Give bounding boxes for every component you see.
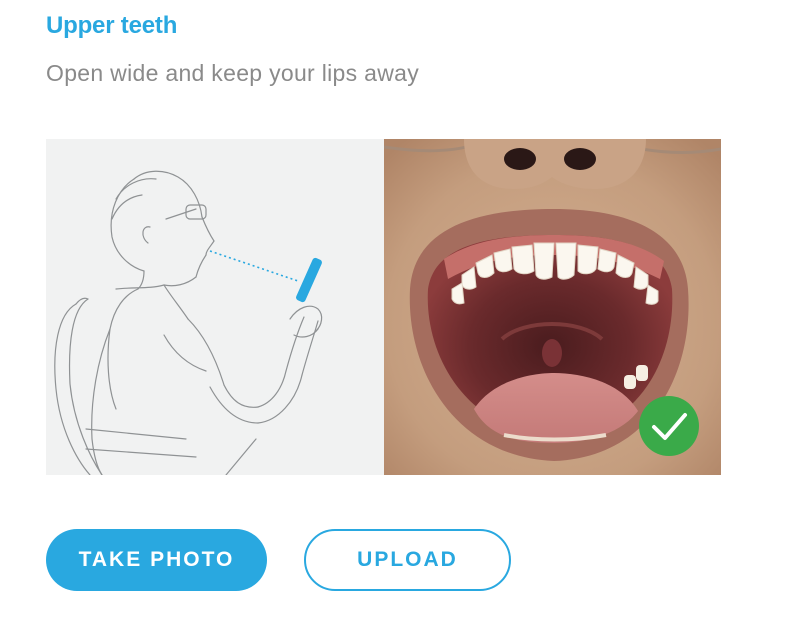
take-photo-button[interactable]: TAKE PHOTO bbox=[46, 529, 267, 591]
step-instruction: Open wide and keep your lips away bbox=[46, 60, 420, 86]
instruction-illustration bbox=[46, 139, 384, 475]
person-with-phone-icon bbox=[54, 170, 323, 475]
upload-button[interactable]: UPLOAD bbox=[304, 529, 511, 591]
approved-check-icon bbox=[638, 395, 700, 457]
step-title: Upper teeth bbox=[46, 12, 178, 39]
